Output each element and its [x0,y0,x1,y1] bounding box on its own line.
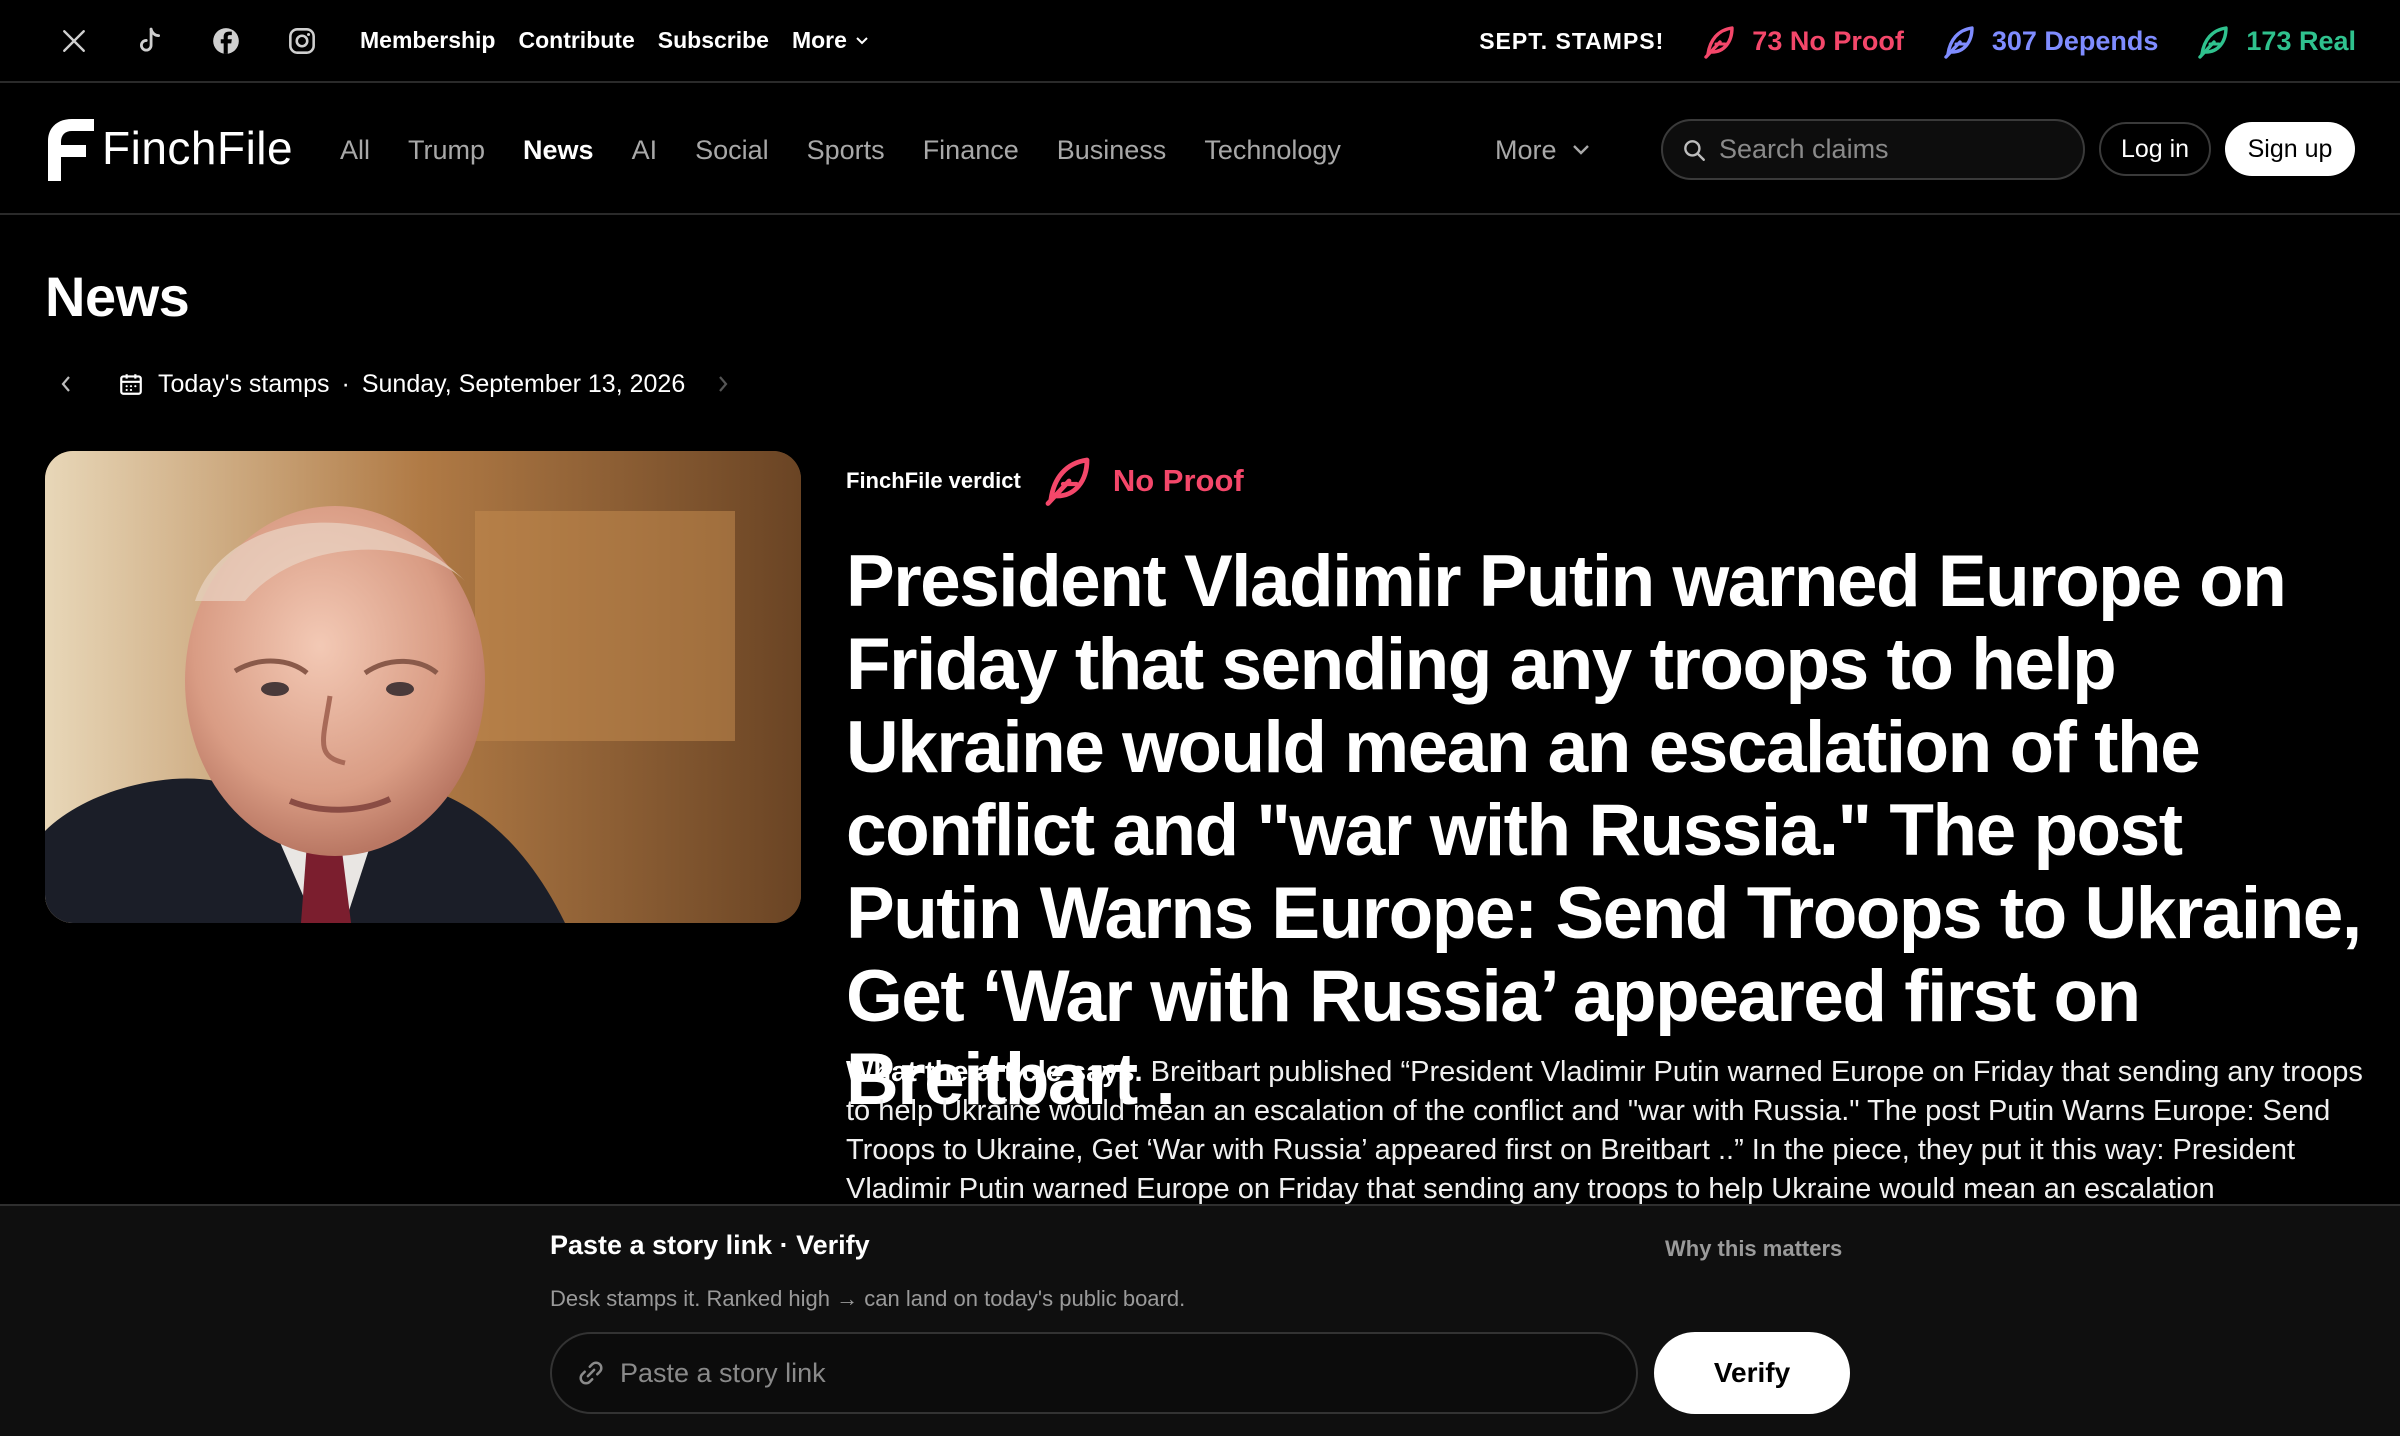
verdict-label: FinchFile verdict [846,468,1021,493]
utility-more-label: More [791,27,847,53]
article-photo[interactable] [45,451,801,923]
stamp-real[interactable]: 173 Real [2194,22,2356,62]
why-this-matters-link[interactable]: Why this matters [1665,1236,1842,1262]
category-nav: All Trump News AI Social Sports Finance … [340,85,1341,215]
story-link-input[interactable] [620,1357,1620,1389]
nav-item-ai[interactable]: AI [632,135,658,166]
instagram-icon[interactable] [284,23,320,59]
nav-item-all[interactable]: All [340,135,370,166]
x-icon[interactable] [56,23,92,59]
chevron-right-icon [719,376,728,392]
search-box[interactable] [1661,119,2085,180]
date-separator: · [341,369,350,398]
signup-button[interactable]: Sign up [2225,122,2355,176]
facebook-icon[interactable] [208,23,244,59]
main-nav: FinchFile All Trump News AI Social Sport… [0,85,2400,215]
story-link-field[interactable] [550,1332,1638,1414]
stamp-depends[interactable]: 307 Depends [1940,22,2159,62]
social-links [56,23,320,59]
summary-lead: What the article says. [846,1056,1143,1088]
nav-more-label: More [1495,134,1557,165]
utility-links: Membership Contribute Subscribe More [360,27,869,54]
login-button[interactable]: Log in [2099,122,2211,176]
dock-subtitle: Desk stamps it. Ranked high → can land o… [550,1286,1186,1311]
verify-dock: Paste a story link · Verify Why this mat… [0,1204,2400,1436]
nav-item-technology[interactable]: Technology [1204,135,1341,166]
membership-link[interactable]: Membership [360,27,495,54]
stamps-label: SEPT. STAMPS! [1479,28,1665,54]
search-input[interactable] [1719,134,2059,165]
current-date: Sunday, September 13, 2026 [361,369,686,398]
nav-item-finance[interactable]: Finance [923,135,1019,166]
utility-more-menu[interactable]: More [792,27,869,54]
link-icon [579,1361,603,1385]
article-image [45,451,801,923]
feather-icon [1944,25,1974,59]
verify-button[interactable]: Verify [1654,1332,1850,1414]
previous-day-button[interactable] [54,372,78,396]
stamp-no-proof[interactable]: 73 No Proof [1700,22,1904,62]
article-headline[interactable]: President Vladimir Putin warned Europe o… [846,540,2366,1121]
logo-text: FinchFile [102,122,294,174]
verdict-value: No Proof [1112,463,1244,498]
finchfile-logo-icon [48,119,94,181]
chevron-left-icon [61,376,70,392]
chevron-down-icon [856,36,868,44]
date-label: Today's stamps [158,369,330,398]
tiktok-icon[interactable] [132,23,168,59]
article-summary: What the article says. Breitbart publish… [846,1053,2366,1209]
stamp-depends-count: 307 Depends [1991,26,2159,56]
date-navigator: Today's stamps · Sunday, September 13, 2… [54,364,735,404]
stamp-real-count: 173 Real [2246,26,2356,56]
dock-title: Paste a story link · Verify [550,1230,870,1260]
nav-more-menu[interactable]: More [1495,85,1591,215]
search-icon [1684,139,1705,161]
verdict-row: FinchFile verdict No Proof [846,448,1244,514]
next-day-button[interactable] [711,372,735,396]
nav-item-news[interactable]: News [523,135,594,166]
chevron-down-icon [1572,145,1589,155]
contribute-link[interactable]: Contribute [518,27,634,54]
nav-item-trump[interactable]: Trump [408,135,485,166]
monthly-stamps: SEPT. STAMPS! 73 No Proof 307 Depends 17… [1479,0,2356,83]
page-title: News [45,265,190,328]
subscribe-link[interactable]: Subscribe [658,27,769,54]
feather-icon [1704,25,1734,59]
nav-item-business[interactable]: Business [1057,135,1167,166]
site-logo[interactable]: FinchFile [46,115,293,181]
calendar-icon [120,374,142,395]
nav-item-sports[interactable]: Sports [807,135,885,166]
feather-icon [2198,25,2229,59]
nav-item-social[interactable]: Social [695,135,769,166]
top-utility-bar: Membership Contribute Subscribe More SEP… [0,0,2400,83]
stamp-no-proof-count: 73 No Proof [1752,26,1904,56]
feather-icon [1045,457,1090,506]
